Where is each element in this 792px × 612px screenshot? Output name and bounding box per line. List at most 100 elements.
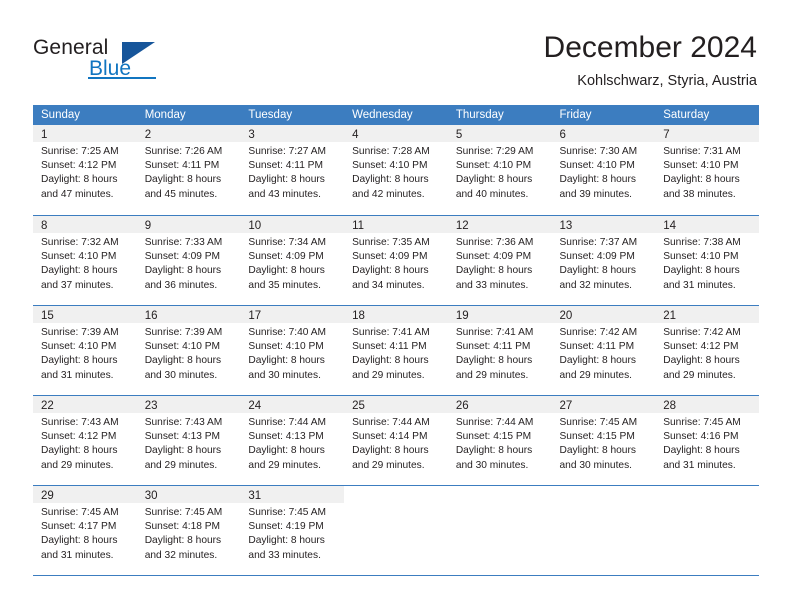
day-number-band: 29 bbox=[33, 486, 137, 503]
day-detail-line: and 39 minutes. bbox=[559, 188, 633, 200]
day-details: Sunrise: 7:45 AM Sunset: 4:17 PM Daylight:… bbox=[33, 503, 137, 563]
day-cell-29[interactable]: 29 Sunrise: 7:45 AM Sunset: 4:17 PM Dayligh… bbox=[33, 486, 137, 575]
day-cell-27[interactable]: 27 Sunrise: 7:45 AM Sunset: 4:15 PM Dayligh… bbox=[551, 396, 656, 485]
day-cell-24[interactable]: 24 Sunrise: 7:44 AM Sunset: 4:13 PM Dayligh… bbox=[240, 396, 345, 485]
day-detail-line: Sunset: 4:10 PM bbox=[663, 251, 739, 263]
day-cell-5[interactable]: 5 Sunrise: 7:29 AM Sunset: 4:10 PM Daylight… bbox=[447, 125, 552, 215]
day-cell-16[interactable]: 16 Sunrise: 7:39 AM Sunset: 4:10 PM Dayligh… bbox=[136, 306, 241, 395]
day-details: Sunrise: 7:39 AM Sunset: 4:10 PM Daylight:… bbox=[137, 323, 241, 383]
day-number-band: 19 bbox=[447, 306, 552, 323]
day-detail-line: Sunset: 4:09 PM bbox=[248, 251, 324, 263]
day-number-band: 14 bbox=[655, 216, 759, 233]
day-number-band: 20 bbox=[551, 306, 656, 323]
day-detail-line: Sunset: 4:11 PM bbox=[559, 341, 635, 353]
day-detail-line: Sunrise: 7:45 AM bbox=[559, 417, 638, 428]
day-cell-8[interactable]: 8 Sunrise: 7:32 AM Sunset: 4:10 PM Daylight… bbox=[33, 216, 137, 305]
day-number: 21 bbox=[663, 310, 677, 322]
day-detail-line: Sunset: 4:10 PM bbox=[248, 341, 324, 353]
day-detail-line: Sunset: 4:16 PM bbox=[663, 431, 739, 443]
day-number-band: 31 bbox=[240, 486, 345, 503]
day-number: 7 bbox=[663, 129, 670, 141]
day-cell-15[interactable]: 15 Sunrise: 7:39 AM Sunset: 4:10 PM Dayligh… bbox=[33, 306, 137, 395]
day-cell-17[interactable]: 17 Sunrise: 7:40 AM Sunset: 4:10 PM Dayligh… bbox=[240, 306, 345, 395]
day-cell-20[interactable]: 20 Sunrise: 7:42 AM Sunset: 4:11 PM Dayligh… bbox=[551, 306, 656, 395]
day-cell-30[interactable]: 30 Sunrise: 7:45 AM Sunset: 4:18 PM Dayligh… bbox=[136, 486, 241, 575]
day-cell-2[interactable]: 2 Sunrise: 7:26 AM Sunset: 4:11 PM Daylight… bbox=[136, 125, 241, 215]
day-cell-23[interactable]: 23 Sunrise: 7:43 AM Sunset: 4:13 PM Dayligh… bbox=[136, 396, 241, 485]
day-cell-9[interactable]: 9 Sunrise: 7:33 AM Sunset: 4:09 PM Daylight… bbox=[136, 216, 241, 305]
day-details: Sunrise: 7:44 AM Sunset: 4:15 PM Daylight:… bbox=[448, 413, 552, 473]
day-cell-13[interactable]: 13 Sunrise: 7:37 AM Sunset: 4:09 PM Dayligh… bbox=[551, 216, 656, 305]
weekday-header-wednesday: Wednesday bbox=[352, 109, 413, 121]
day-details: Sunrise: 7:44 AM Sunset: 4:14 PM Daylight:… bbox=[344, 413, 448, 473]
day-detail-line: Sunset: 4:10 PM bbox=[144, 341, 221, 353]
day-cell-22[interactable]: 22 Sunrise: 7:43 AM Sunset: 4:12 PM Dayligh… bbox=[33, 396, 137, 485]
day-number: 16 bbox=[144, 310, 158, 322]
day-number-band: 28 bbox=[655, 396, 759, 413]
day-number-band: 9 bbox=[136, 216, 241, 233]
day-detail-line: Daylight: 8 hours bbox=[663, 355, 740, 367]
day-number-band: 27 bbox=[551, 396, 656, 413]
day-cell-11[interactable]: 11 Sunrise: 7:35 AM Sunset: 4:09 PM Dayligh… bbox=[344, 216, 448, 305]
day-details: Sunrise: 7:42 AM Sunset: 4:11 PM Daylight:… bbox=[552, 323, 656, 383]
day-detail-line: Daylight: 8 hours bbox=[144, 265, 222, 277]
day-cell-4[interactable]: 4 Sunrise: 7:28 AM Sunset: 4:10 PM Daylight… bbox=[344, 125, 448, 215]
day-cell-18[interactable]: 18 Sunrise: 7:41 AM Sunset: 4:11 PM Dayligh… bbox=[344, 306, 448, 395]
day-details: Sunrise: 7:43 AM Sunset: 4:13 PM Daylight:… bbox=[137, 413, 241, 473]
day-number-band: 5 bbox=[447, 125, 552, 142]
day-cell-14[interactable]: 14 Sunrise: 7:38 AM Sunset: 4:10 PM Dayligh… bbox=[655, 216, 759, 305]
day-cell-31[interactable]: 31 Sunrise: 7:45 AM Sunset: 4:19 PM Dayligh… bbox=[240, 486, 345, 575]
day-number: 2 bbox=[144, 129, 152, 141]
day-detail-line: Sunrise: 7:28 AM bbox=[352, 146, 430, 157]
page-title: December 2024 bbox=[543, 31, 757, 64]
day-cell-3[interactable]: 3 Sunrise: 7:27 AM Sunset: 4:11 PM Daylight… bbox=[240, 125, 345, 215]
day-details bbox=[448, 503, 552, 506]
day-cell-7[interactable]: 7 Sunrise: 7:31 AM Sunset: 4:10 PM Daylight… bbox=[655, 125, 759, 215]
day-detail-line: Sunset: 4:09 PM bbox=[144, 251, 221, 263]
day-cell-19[interactable]: 19 Sunrise: 7:41 AM Sunset: 4:11 PM Dayligh… bbox=[447, 306, 552, 395]
calendar-grid: Sunday Monday Tuesday Wednesday Thursday Frid… bbox=[33, 105, 759, 576]
day-cell-6[interactable]: 6 Sunrise: 7:30 AM Sunset: 4:10 PM Daylight… bbox=[551, 125, 656, 215]
day-detail-line: Daylight: 8 hours bbox=[663, 265, 740, 277]
day-detail-line: Sunrise: 7:44 AM bbox=[248, 417, 326, 428]
day-cell-10[interactable]: 10 Sunrise: 7:34 AM Sunset: 4:09 PM Dayligh… bbox=[240, 216, 345, 305]
day-number-band: 18 bbox=[344, 306, 448, 323]
day-detail-line: and 43 minutes. bbox=[248, 188, 321, 200]
day-number: 17 bbox=[248, 310, 262, 322]
day-detail-line: Sunset: 4:09 PM bbox=[559, 251, 635, 263]
day-cell-12[interactable]: 12 Sunrise: 7:36 AM Sunset: 4:09 PM Dayligh… bbox=[447, 216, 552, 305]
day-number: 20 bbox=[559, 310, 573, 322]
calendar-weeks: 1 Sunrise: 7:25 AM Sunset: 4:12 PM Daylight… bbox=[33, 125, 759, 576]
weekday-header-sunday: Sunday bbox=[41, 109, 81, 121]
calendar-week-row: 8 Sunrise: 7:32 AM Sunset: 4:10 PM Daylight… bbox=[33, 215, 759, 305]
day-detail-line: Sunrise: 7:37 AM bbox=[559, 237, 638, 248]
day-number: 22 bbox=[41, 400, 54, 412]
day-detail-line: Sunset: 4:11 PM bbox=[248, 160, 323, 172]
day-detail-line: Daylight: 8 hours bbox=[248, 355, 325, 367]
day-cell-1[interactable]: 1 Sunrise: 7:25 AM Sunset: 4:12 PM Daylight… bbox=[33, 125, 137, 215]
day-detail-line: and 30 minutes. bbox=[559, 459, 633, 471]
day-cell-25[interactable]: 25 Sunrise: 7:44 AM Sunset: 4:14 PM Dayligh… bbox=[344, 396, 448, 485]
day-details: Sunrise: 7:40 AM Sunset: 4:10 PM Daylight:… bbox=[240, 323, 344, 383]
day-detail-line: Daylight: 8 hours bbox=[455, 445, 533, 457]
day-detail-line: Sunrise: 7:33 AM bbox=[144, 237, 223, 248]
day-detail-line: Daylight: 8 hours bbox=[248, 174, 325, 186]
day-cell-28[interactable]: 28 Sunrise: 7:45 AM Sunset: 4:16 PM Dayligh… bbox=[655, 396, 759, 485]
calendar-page: General Blue December 2024 Kohlschwarz, … bbox=[0, 0, 792, 612]
weekday-header-tuesday: Tuesday bbox=[248, 109, 293, 121]
day-number-band: 23 bbox=[136, 396, 241, 413]
day-details: Sunrise: 7:28 AM Sunset: 4:10 PM Daylight:… bbox=[344, 142, 448, 202]
day-cell-21[interactable]: 21 Sunrise: 7:42 AM Sunset: 4:12 PM Dayligh… bbox=[655, 306, 759, 395]
day-detail-line: and 29 minutes. bbox=[352, 369, 425, 381]
day-detail-line: and 29 minutes. bbox=[144, 459, 218, 471]
day-number-band bbox=[655, 486, 759, 503]
day-detail-line: and 45 minutes. bbox=[144, 188, 218, 200]
day-detail-line: Sunset: 4:10 PM bbox=[41, 251, 117, 263]
day-number: 29 bbox=[41, 490, 54, 502]
day-detail-line: and 29 minutes. bbox=[41, 459, 114, 471]
day-number: 27 bbox=[559, 400, 573, 412]
day-detail-line: and 31 minutes. bbox=[663, 459, 736, 471]
day-cell-26[interactable]: 26 Sunrise: 7:44 AM Sunset: 4:15 PM Dayligh… bbox=[447, 396, 552, 485]
day-number: 14 bbox=[663, 220, 677, 232]
brand-logo[interactable]: General Blue bbox=[33, 36, 233, 88]
